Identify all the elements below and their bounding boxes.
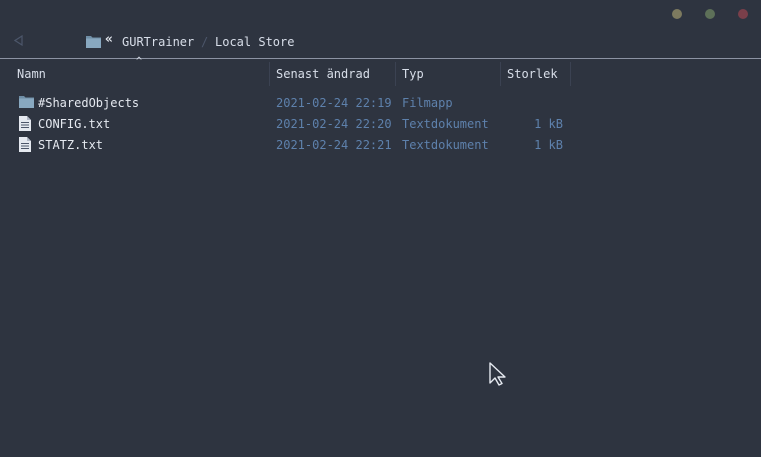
column-header-name[interactable]: Namn: [17, 67, 46, 81]
breadcrumb-gurtrainer[interactable]: GURTrainer: [122, 35, 194, 49]
breadcrumb-local-store[interactable]: Local Store: [215, 35, 294, 49]
column-divider[interactable]: [500, 62, 501, 86]
close-button[interactable]: [738, 9, 748, 19]
file-modified: 2021-02-24 22:20: [276, 117, 392, 131]
file-row[interactable]: #SharedObjects 2021-02-24 22:19 Filmapp: [0, 93, 761, 114]
maximize-button[interactable]: [705, 9, 715, 19]
file-row[interactable]: STATZ.txt 2021-02-24 22:21 Textdokument …: [0, 135, 761, 156]
text-file-icon: [19, 116, 31, 134]
minimize-button[interactable]: [672, 9, 682, 19]
file-modified: 2021-02-24 22:21: [276, 138, 392, 152]
folder-icon: [86, 35, 101, 51]
folder-icon: [19, 95, 34, 111]
file-type: Filmapp: [402, 96, 453, 110]
file-name: #SharedObjects: [38, 96, 140, 110]
file-type: Textdokument: [402, 138, 489, 152]
column-header-row: ^ Namn Senast ändrad Typ Storlek: [0, 56, 761, 86]
file-type: Textdokument: [402, 117, 489, 131]
column-header-size[interactable]: Storlek: [507, 67, 558, 81]
file-name: STATZ.txt: [38, 138, 104, 152]
address-bar: « GURTrainer / Local Store: [0, 30, 761, 59]
breadcrumb-overflow-chevron[interactable]: «: [105, 32, 113, 47]
sort-ascending-icon: ^: [136, 56, 143, 67]
column-divider[interactable]: [570, 62, 571, 86]
file-name: CONFIG.txt: [38, 117, 111, 131]
text-file-icon: [19, 137, 31, 155]
file-modified: 2021-02-24 22:19: [276, 96, 392, 110]
mouse-pointer-icon: [489, 362, 507, 389]
back-arrow-icon[interactable]: [13, 34, 23, 50]
file-row[interactable]: CONFIG.txt 2021-02-24 22:20 Textdokument…: [0, 114, 761, 135]
file-manager-window: « GURTrainer / Local Store ^ Namn Senast…: [0, 0, 761, 457]
file-size: 1 kB: [534, 138, 563, 152]
file-size: 1 kB: [534, 117, 563, 131]
breadcrumb-separator: /: [201, 35, 209, 49]
column-header-type[interactable]: Typ: [402, 67, 424, 81]
column-divider[interactable]: [269, 62, 270, 86]
column-divider[interactable]: [395, 62, 396, 86]
column-header-modified[interactable]: Senast ändrad: [276, 67, 370, 81]
